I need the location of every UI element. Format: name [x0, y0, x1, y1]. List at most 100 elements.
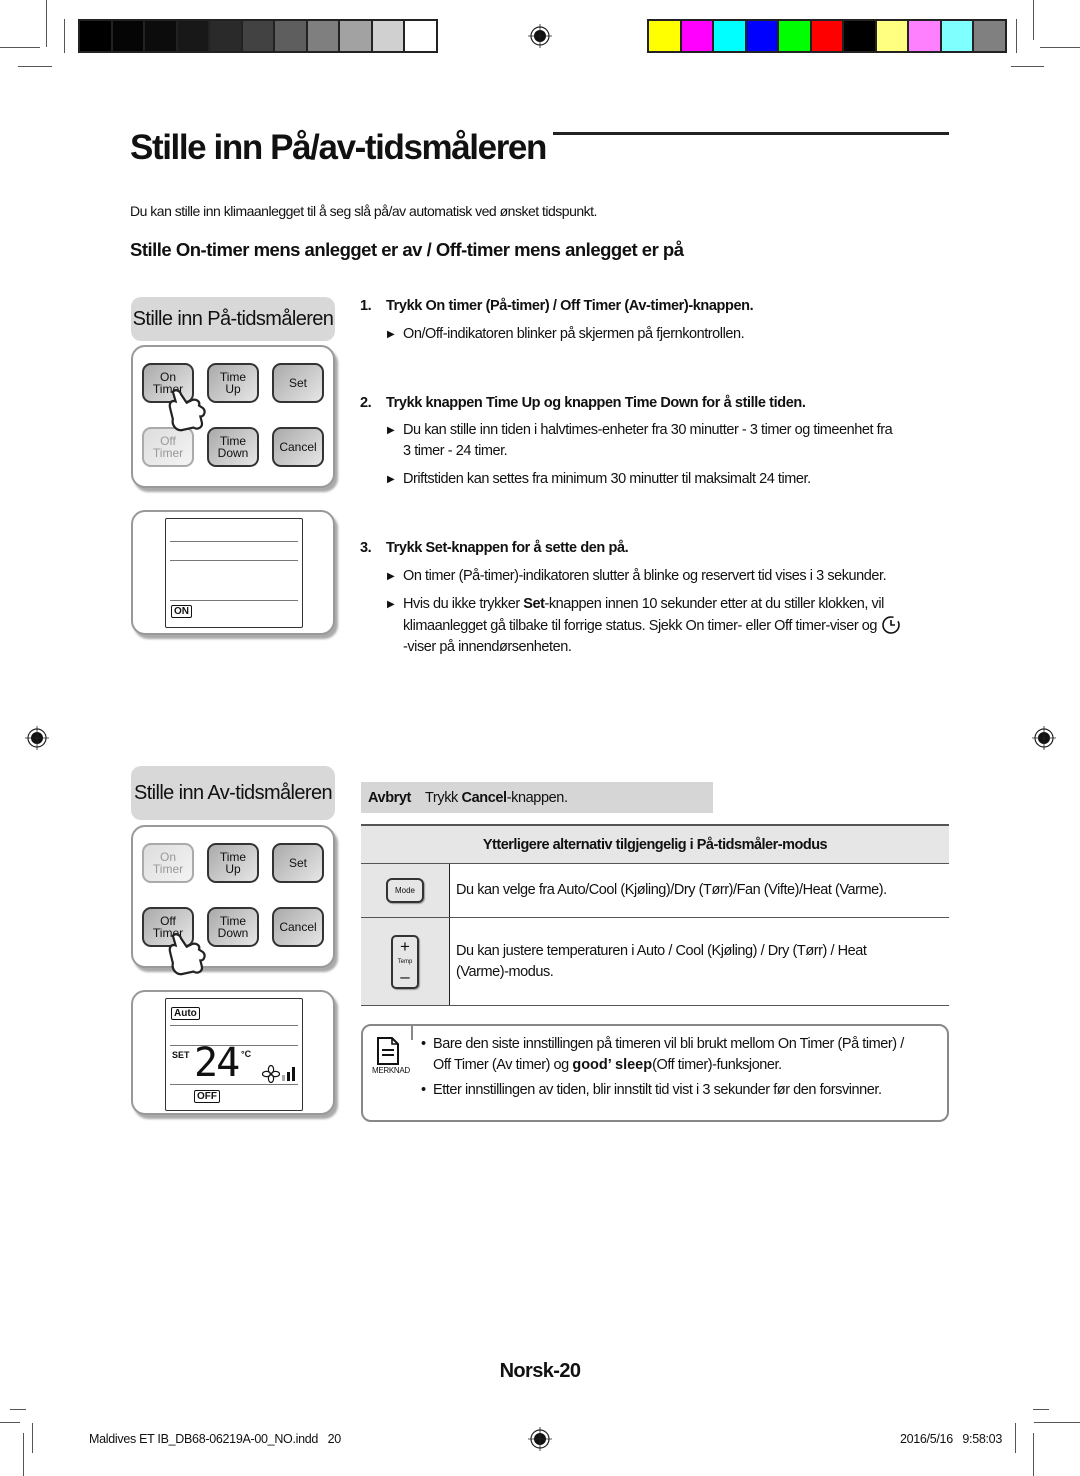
color-swatch: [941, 21, 972, 51]
step-2-text: Trykk knappen Time Up og knappen Time Do…: [386, 395, 806, 411]
crop-mark: [18, 66, 52, 67]
crop-mark: [23, 1433, 24, 1476]
on-timer-remote-panel: On Timer Time Up Set Off Timer Time Down Cancel: [131, 345, 335, 488]
off-timer-remote-panel: On Timer Time Up Set Off Timer Time Down Cancel: [131, 825, 335, 976]
page-number: Norsk-20: [499, 1360, 581, 1382]
color-swatch: [876, 21, 907, 51]
table-header: Ytterligere alternativ tilgjengelig i På…: [361, 826, 949, 864]
step-2-bullet: ▶ Du kan stille inn tiden i halvtimes-enh…: [387, 422, 893, 459]
color-swatch: [307, 21, 338, 51]
pointing-hand-icon: [168, 933, 206, 976]
step-3: 3. Trykk Set-knappen for å sette den på.: [360, 540, 629, 556]
color-swatch: [405, 21, 436, 51]
footer-timestamp: 2016/5/16 9:58:03: [899, 1432, 1002, 1446]
on-timer-tag: Stille inn På-tidsmåleren: [131, 297, 335, 341]
cancel-button[interactable]: Cancel: [272, 427, 324, 467]
crop-mark: [10, 1409, 26, 1410]
time-up-button[interactable]: Time Up: [207, 843, 259, 883]
intro-text: Du kan stille inn klimaanlegget til å se…: [130, 203, 597, 219]
color-swatch: [811, 21, 842, 51]
crop-mark: [1033, 1433, 1034, 1476]
crop-mark: [1033, 1409, 1049, 1410]
fan-icon: [262, 1065, 280, 1083]
step-3-bullet: ▶ On timer (På-timer)-indikatoren slutter…: [387, 566, 947, 587]
note-bullet: • Bare den siste innstillingen på timeren…: [421, 1036, 904, 1073]
good-sleep-brand: good’ sleep: [572, 1057, 653, 1073]
color-swatch: [649, 21, 680, 51]
time-down-button[interactable]: Time Down: [207, 907, 259, 947]
step-3-text: Trykk Set-knappen for å sette den på.: [386, 540, 629, 556]
page-title: Stille inn På/av-tidsmåleren: [130, 128, 547, 167]
mode-button-icon: Mode: [386, 878, 424, 903]
crop-mark: [64, 19, 65, 53]
minus-icon: –: [400, 966, 410, 986]
registration-mark-icon: [528, 1427, 552, 1451]
fan-speed-bar: [292, 1067, 295, 1081]
note-divider: [411, 1024, 413, 1040]
on-indicator: ON: [171, 605, 192, 618]
triangle-bullet-icon: ▶: [387, 425, 395, 436]
step-2: 2. Trykk knappen Time Up og knappen Time …: [360, 395, 806, 411]
on-timer-button[interactable]: On Timer: [142, 843, 194, 883]
crop-mark: [1011, 66, 1044, 67]
cancel-label: Avbryt: [368, 789, 411, 806]
color-swatch: [145, 21, 176, 51]
note-document-icon: [377, 1037, 399, 1065]
crop-mark: [1040, 47, 1080, 48]
lcd-divider: [170, 541, 298, 542]
color-swatch: [177, 21, 208, 51]
grayscale-calibration-bar: [78, 19, 438, 53]
lcd-divider: [170, 1084, 298, 1085]
crop-mark: [0, 47, 40, 48]
table-row: + Temp – Du kan justere temperaturen i Aut…: [361, 918, 949, 1006]
lcd-divider: [170, 560, 298, 561]
crop-mark: [1033, 0, 1034, 40]
cancel-instruction: Avbryt Trykk Cancel -knappen.: [361, 782, 713, 813]
lcd-divider: [170, 1025, 298, 1026]
on-timer-display-panel: ON: [131, 510, 335, 635]
triangle-bullet-icon: ▶: [387, 571, 395, 582]
step-1: 1. Trykk On timer (På-timer) / Off Timer …: [360, 298, 754, 314]
footer-filename: Maldives ET IB_DB68-06219A-00_NO.indd 20: [89, 1432, 341, 1446]
color-swatch: [242, 21, 273, 51]
triangle-bullet-icon: ▶: [387, 474, 395, 485]
crop-mark: [1034, 1422, 1080, 1423]
note-label: MERKNAD: [372, 1066, 410, 1075]
color-swatch: [340, 21, 371, 51]
set-button[interactable]: Set: [272, 363, 324, 403]
crop-mark: [32, 1423, 33, 1453]
lcd-divider: [170, 600, 298, 601]
time-up-button[interactable]: Time Up: [207, 363, 259, 403]
auto-mode-indicator: Auto: [171, 1007, 200, 1020]
set-button[interactable]: Set: [272, 843, 324, 883]
title-rule: [553, 132, 949, 135]
triangle-bullet-icon: ▶: [387, 599, 395, 610]
color-swatch: [974, 21, 1005, 51]
off-timer-button[interactable]: Off Timer: [142, 427, 194, 467]
color-swatch: [909, 21, 940, 51]
remote-lcd-display: ON: [165, 518, 303, 628]
color-swatch: [844, 21, 875, 51]
crop-mark: [0, 1422, 20, 1423]
section-heading: Stille On-timer mens anlegget er av / Of…: [130, 239, 684, 260]
time-down-button[interactable]: Time Down: [207, 427, 259, 467]
step-2-bullet: ▶ Driftstiden kan settes fra minimum 30 m…: [387, 469, 947, 490]
off-indicator: OFF: [194, 1090, 220, 1103]
registration-mark-icon: [25, 726, 49, 750]
set-label: SET: [172, 1050, 190, 1060]
color-swatch: [112, 21, 143, 51]
timer-clock-icon: [881, 616, 900, 634]
crop-mark: [46, 0, 47, 47]
fan-speed-bar: [282, 1075, 285, 1081]
step-1-bullet: ▶ On/Off-indikatoren blinker på skjermen …: [387, 324, 947, 345]
triangle-bullet-icon: ▶: [387, 329, 395, 340]
cancel-button[interactable]: Cancel: [272, 907, 324, 947]
color-swatch: [746, 21, 777, 51]
fan-speed-bar: [287, 1072, 290, 1081]
pointing-hand-icon: [168, 389, 206, 432]
registration-mark-icon: [528, 24, 552, 48]
color-swatch: [372, 21, 403, 51]
temp-button-icon: + Temp –: [391, 934, 419, 989]
remote-lcd-display: Auto SET 24 °C OFF: [165, 998, 303, 1111]
crop-mark: [1015, 1423, 1016, 1453]
